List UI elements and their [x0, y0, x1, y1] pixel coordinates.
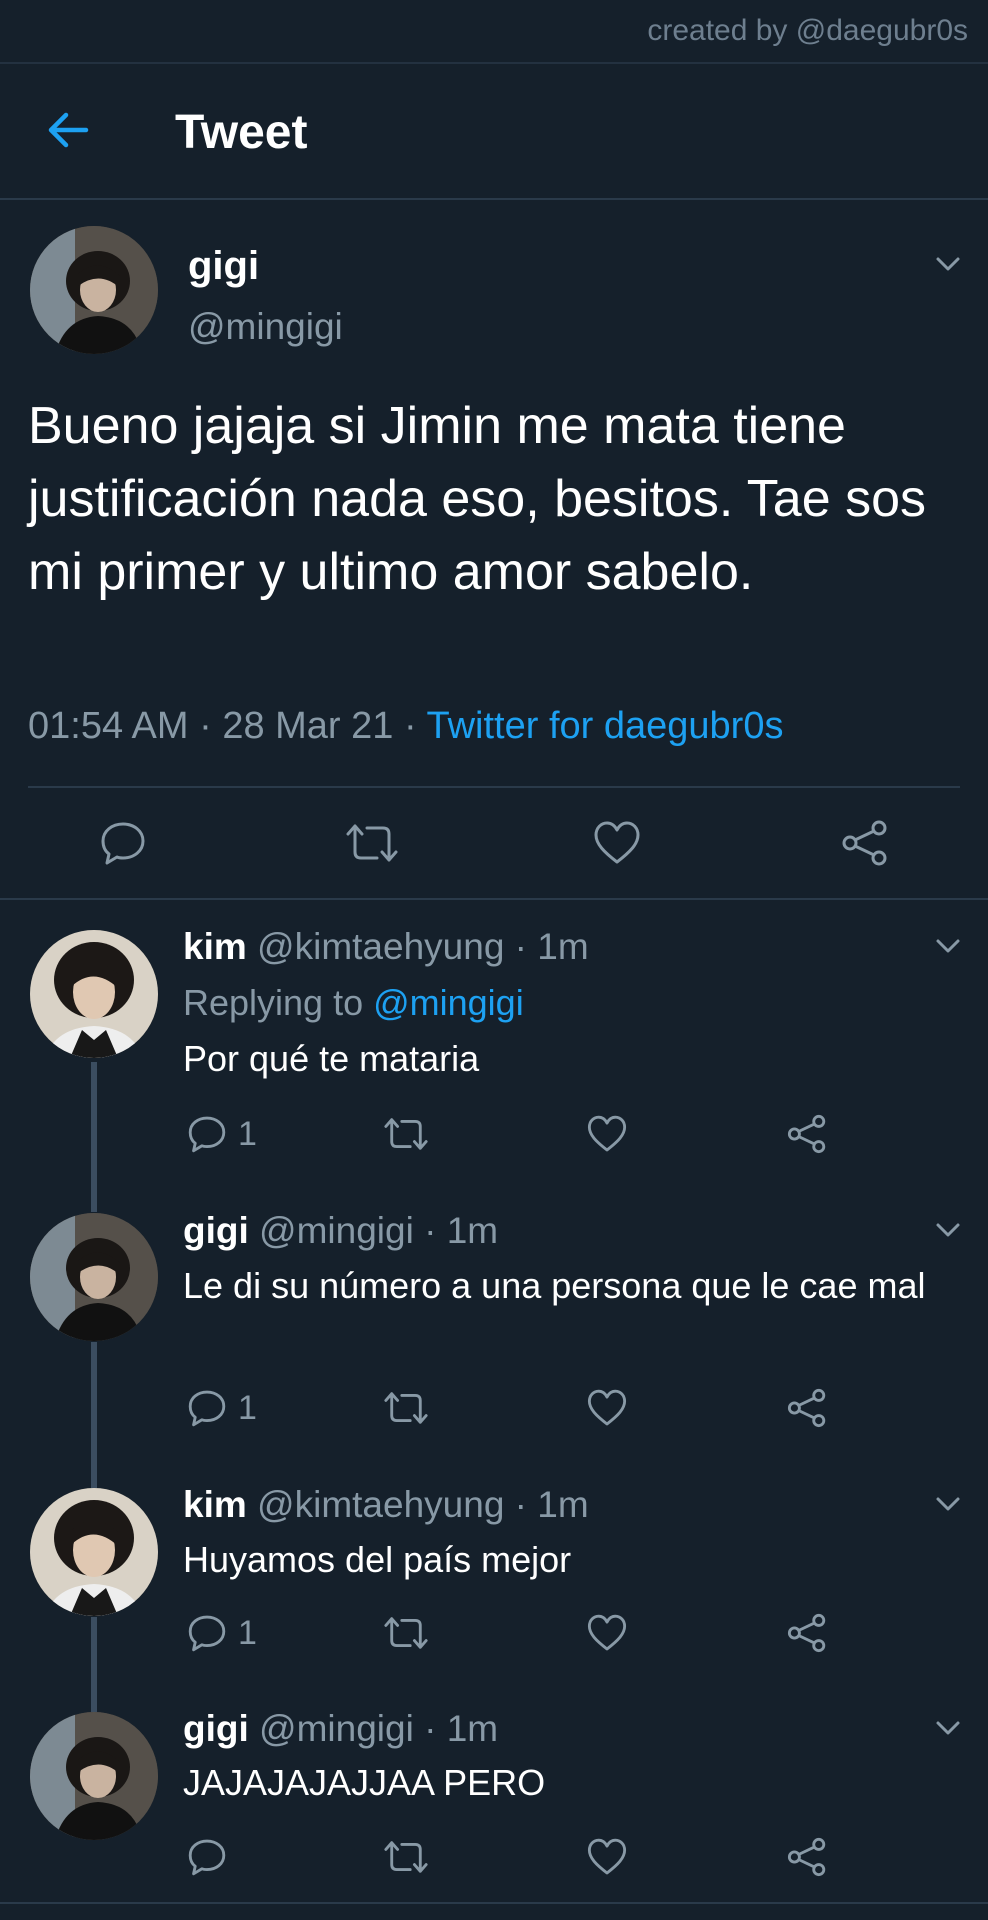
avatar[interactable]	[30, 226, 158, 354]
display-name[interactable]: kim	[183, 926, 247, 967]
retweet-button[interactable]	[383, 1836, 429, 1878]
like-button[interactable]	[592, 818, 642, 868]
reply-header: gigi @mingigi · 1m	[183, 1708, 498, 1750]
share-icon	[787, 1837, 826, 1877]
retweet-icon	[384, 1841, 428, 1873]
action-bar	[0, 810, 988, 880]
main-tweet: gigi @mingigi Bueno jajaja si Jimin me m…	[0, 200, 988, 900]
tweet-text: Huyamos del país mejor	[183, 1539, 572, 1580]
reply-button[interactable]: 1	[186, 1387, 257, 1429]
more-options-button[interactable]	[928, 1484, 968, 1524]
reply-tweet: gigi @mingigi · 1m Le di su número a una…	[0, 1185, 988, 1470]
retweet-button[interactable]	[345, 818, 399, 868]
chevron-down-icon	[936, 1223, 960, 1237]
chevron-down-icon	[936, 939, 960, 953]
username[interactable]: @mingigi · 1m	[259, 1210, 498, 1251]
reply-button[interactable]: 1	[186, 1612, 257, 1654]
reply-tweet: gigi @mingigi · 1m JAJAJAJAJJAA PERO	[0, 1695, 988, 1902]
avatar[interactable]	[30, 1712, 158, 1840]
share-icon	[842, 820, 887, 866]
reply-icon	[188, 1615, 226, 1652]
heart-icon	[587, 1389, 627, 1426]
back-button[interactable]	[40, 102, 96, 158]
username[interactable]: @kimtaehyung · 1m	[257, 1484, 589, 1525]
avatar[interactable]	[30, 930, 158, 1058]
reply-icon	[188, 1390, 226, 1427]
share-button[interactable]	[786, 1387, 828, 1429]
reply-button[interactable]: 1	[186, 1113, 257, 1155]
display-name[interactable]: gigi	[188, 244, 259, 289]
reply-header: kim @kimtaehyung · 1m	[183, 1484, 589, 1526]
retweet-icon	[384, 1617, 428, 1649]
tweet-text: Por qué te mataria	[183, 1038, 480, 1079]
share-button[interactable]	[786, 1836, 828, 1878]
like-button[interactable]	[586, 1612, 628, 1654]
username[interactable]: @mingigi	[188, 306, 343, 348]
tweet-meta: 01:54 AM · 28 Mar 21 · Twitter for daegu…	[28, 705, 783, 748]
tweet-text: Bueno jajaja si Jimin me mata tiene just…	[28, 397, 927, 601]
username[interactable]: @mingigi · 1m	[259, 1708, 498, 1749]
retweet-icon	[384, 1118, 428, 1150]
reply-count: 1	[238, 1114, 257, 1153]
tweet-text: Le di su número a una persona que le cae…	[183, 1265, 926, 1306]
top-bar: Tweet	[0, 62, 988, 198]
avatar[interactable]	[30, 1488, 158, 1616]
heart-icon	[587, 1838, 627, 1875]
reply-header: gigi @mingigi · 1m	[183, 1210, 498, 1252]
reply-count: 1	[238, 1388, 257, 1427]
chevron-down-icon	[936, 1721, 960, 1735]
more-options-button[interactable]	[928, 1210, 968, 1250]
tweet-source-link[interactable]: Twitter for daegubr0s	[427, 705, 784, 747]
reply-count: 1	[238, 1613, 257, 1652]
retweet-button[interactable]	[383, 1387, 429, 1429]
share-button[interactable]	[786, 1612, 828, 1654]
mention-link[interactable]: @mingigi	[373, 982, 524, 1023]
chevron-down-icon	[936, 1497, 960, 1511]
share-icon	[787, 1613, 826, 1653]
like-button[interactable]	[586, 1387, 628, 1429]
reply-tweet: kim @kimtaehyung · 1m Huyamos del país m…	[0, 1470, 988, 1690]
reply-icon	[101, 822, 145, 865]
tweet-text: JAJAJAJAJJAA PERO	[183, 1762, 546, 1803]
share-icon	[787, 1114, 826, 1154]
display-name[interactable]: gigi	[183, 1210, 249, 1251]
reply-button[interactable]	[98, 818, 148, 868]
chevron-down-icon	[936, 257, 960, 271]
username[interactable]: @kimtaehyung · 1m	[257, 926, 589, 967]
share-icon	[787, 1388, 826, 1428]
replying-to: Replying to @mingigi	[183, 982, 524, 1023]
more-options-button[interactable]	[928, 244, 968, 284]
page-title: Tweet	[175, 106, 308, 159]
reply-tweet: kim @kimtaehyung · 1m Replying to @mingi…	[0, 900, 988, 1170]
watermark: created by @daegubr0s	[647, 14, 968, 47]
more-options-button[interactable]	[928, 1708, 968, 1748]
heart-icon	[587, 1115, 627, 1152]
share-button[interactable]	[786, 1113, 828, 1155]
reply-icon	[188, 1839, 226, 1876]
reply-header: kim @kimtaehyung · 1m	[183, 926, 589, 968]
avatar[interactable]	[30, 1213, 158, 1341]
divider	[28, 786, 960, 788]
reply-icon	[188, 1116, 226, 1153]
display-name[interactable]: gigi	[183, 1708, 249, 1749]
display-name[interactable]: kim	[183, 1484, 247, 1525]
divider	[0, 1902, 988, 1904]
like-button[interactable]	[586, 1113, 628, 1155]
retweet-button[interactable]	[383, 1113, 429, 1155]
share-button[interactable]	[840, 818, 890, 868]
retweet-icon	[384, 1392, 428, 1424]
more-options-button[interactable]	[928, 926, 968, 966]
heart-icon	[587, 1614, 627, 1651]
heart-icon	[594, 821, 640, 864]
tweet-timestamp: 01:54 AM · 28 Mar 21 ·	[28, 705, 427, 747]
retweet-icon	[346, 824, 398, 862]
retweet-button[interactable]	[383, 1612, 429, 1654]
like-button[interactable]	[586, 1836, 628, 1878]
reply-button[interactable]	[186, 1836, 238, 1878]
arrow-left-icon	[48, 112, 89, 148]
